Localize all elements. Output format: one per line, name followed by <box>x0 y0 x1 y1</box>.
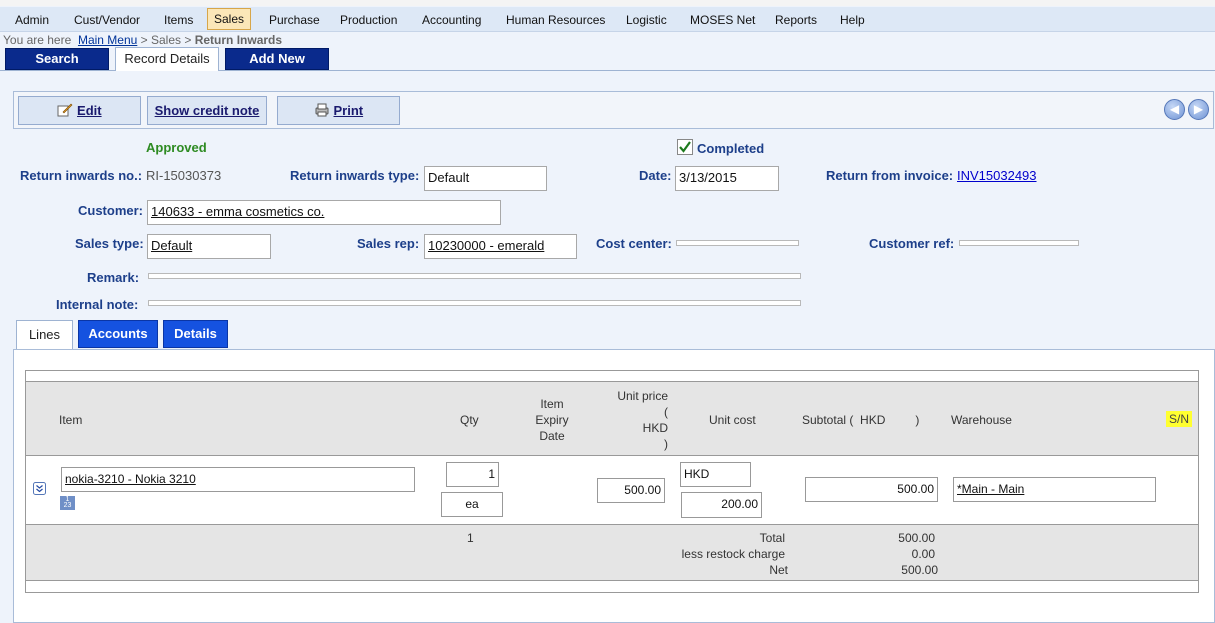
approved-status: Approved <box>146 140 207 155</box>
sales-rep-field[interactable]: 10230000 - emerald <box>424 234 577 259</box>
return-type-label: Return inwards type: <box>290 168 420 183</box>
footer-restock-value: 0.00 <box>911 547 935 561</box>
breadcrumb-path: > Sales > <box>137 33 195 47</box>
tab-accounts[interactable]: Accounts <box>78 320 158 348</box>
tab-details[interactable]: Details <box>163 320 228 348</box>
completed-checkbox-icon[interactable] <box>677 139 693 155</box>
header-qty: Qty <box>460 413 479 427</box>
sales-type-field[interactable]: Default <box>147 234 271 259</box>
header-unit-price-line2: ( <box>664 405 668 419</box>
return-type-field[interactable]: Default <box>424 166 547 191</box>
customer-label: Customer: <box>78 203 144 218</box>
header-item: Item <box>59 413 83 427</box>
menu-reports[interactable]: Reports <box>775 11 817 29</box>
cost-center-label: Cost center: <box>596 236 672 251</box>
return-from-invoice-link[interactable]: INV15032493 <box>957 168 1037 183</box>
footer-total-value: 500.00 <box>898 531 935 545</box>
print-label: Print <box>333 103 364 118</box>
menu-help[interactable]: Help <box>840 11 865 29</box>
menu-admin[interactable]: Admin <box>15 11 49 29</box>
menu-sales[interactable]: Sales <box>207 8 252 30</box>
line-unit-field[interactable]: ea <box>441 492 503 517</box>
header-expiry-date: Item Expiry Date <box>530 396 574 444</box>
customer-ref-label: Customer ref: <box>869 236 955 251</box>
printer-icon <box>315 103 329 117</box>
header-subtotal: Subtotal ( HKD ) <box>802 413 920 427</box>
tab-add-new[interactable]: Add New <box>225 48 329 70</box>
menu-accounting[interactable]: Accounting <box>422 11 481 29</box>
logo-icon <box>0 0 130 6</box>
customer-field[interactable]: 140633 - emma cosmetics co. <box>147 200 501 225</box>
menu-logistic[interactable]: Logistic <box>626 11 667 29</box>
footer-net-value: 500.00 <box>901 563 938 577</box>
expand-row-icon[interactable] <box>33 482 46 495</box>
menu-purchase[interactable]: Purchase <box>269 11 320 29</box>
footer-total-qty: 1 <box>467 531 474 545</box>
internal-note-label: Internal note: <box>56 297 139 312</box>
line-subtotal-field[interactable]: 500.00 <box>805 477 938 502</box>
tab-record-details[interactable]: Record Details <box>115 47 219 71</box>
menu-items[interactable]: Items <box>164 11 193 29</box>
header-expiry-line2: Expiry <box>535 413 569 427</box>
edit-button[interactable]: Edit <box>18 96 141 125</box>
internal-note-field[interactable] <box>148 300 801 306</box>
menu-human-resources[interactable]: Human Resources <box>506 11 605 29</box>
header-expiry-line1: Item <box>540 397 564 411</box>
line-unit-price-field[interactable]: 500.00 <box>597 478 665 503</box>
top-strip <box>0 0 1215 6</box>
menu-production[interactable]: Production <box>340 11 397 29</box>
cost-center-field[interactable] <box>676 240 799 246</box>
line-number-badge: 1 23 <box>60 496 75 510</box>
header-unit-price-line3: HKD <box>642 421 668 435</box>
menu-moses-net[interactable]: MOSES Net <box>690 11 755 29</box>
line-item-field[interactable]: nokia-3210 - Nokia 3210 <box>61 467 415 492</box>
edit-icon <box>57 103 73 117</box>
date-field[interactable]: 3/13/2015 <box>675 166 779 191</box>
show-credit-note-button[interactable]: Show credit note <box>147 96 267 125</box>
previous-record-arrow-icon[interactable]: ◀ <box>1164 99 1185 120</box>
edit-label: Edit <box>77 103 102 118</box>
line-warehouse-field[interactable]: *Main - Main <box>953 477 1156 502</box>
header-expiry-line3: Date <box>539 429 565 443</box>
header-unit-price: Unit price ( HKD ) <box>602 388 668 452</box>
sales-type-label: Sales type: <box>75 236 144 251</box>
header-warehouse: Warehouse <box>951 413 1012 427</box>
completed-label: Completed <box>697 141 765 156</box>
tab-search[interactable]: Search <box>5 48 109 70</box>
remark-label: Remark: <box>87 270 140 285</box>
line-unit-cost-field[interactable]: 200.00 <box>681 492 762 518</box>
footer-total-label: Total <box>759 531 785 545</box>
return-no-value: RI-15030373 <box>146 168 222 183</box>
remark-field[interactable] <box>148 273 801 279</box>
header-unit-price-line4: ) <box>664 437 668 451</box>
header-serial-number: S/N <box>1166 411 1193 427</box>
header-unit-price-line1: Unit price <box>617 389 668 403</box>
date-label: Date: <box>639 168 672 183</box>
sales-rep-label: Sales rep: <box>357 236 420 251</box>
print-button[interactable]: Print <box>277 96 400 125</box>
header-unit-cost: Unit cost <box>709 413 756 427</box>
toolbar: Edit Show credit note Print ◀ ▶ <box>13 91 1214 129</box>
tab-lines[interactable]: Lines <box>16 320 73 349</box>
show-credit-note-label: Show credit note <box>154 103 260 118</box>
return-no-label: Return inwards no.: <box>20 168 143 183</box>
main-menu-bar: Admin Cust/Vendor Items Sales Purchase P… <box>0 7 1215 32</box>
footer-restock-label: less restock charge <box>681 547 785 561</box>
customer-ref-field[interactable] <box>959 240 1079 246</box>
return-from-invoice-label: Return from invoice: <box>826 168 954 183</box>
breadcrumb-prefix: You are here <box>3 33 72 47</box>
footer-net-label: Net <box>769 563 788 577</box>
breadcrumb-main-menu-link[interactable]: Main Menu <box>78 33 137 47</box>
breadcrumb: You are here Main Menu > Sales > Return … <box>3 32 282 48</box>
line-qty-field[interactable]: 1 <box>446 462 499 487</box>
breadcrumb-current: Return Inwards <box>194 33 283 47</box>
next-record-arrow-icon[interactable]: ▶ <box>1188 99 1209 120</box>
line-cost-currency-field[interactable]: HKD <box>680 462 751 487</box>
menu-cust-vendor[interactable]: Cust/Vendor <box>74 11 140 29</box>
